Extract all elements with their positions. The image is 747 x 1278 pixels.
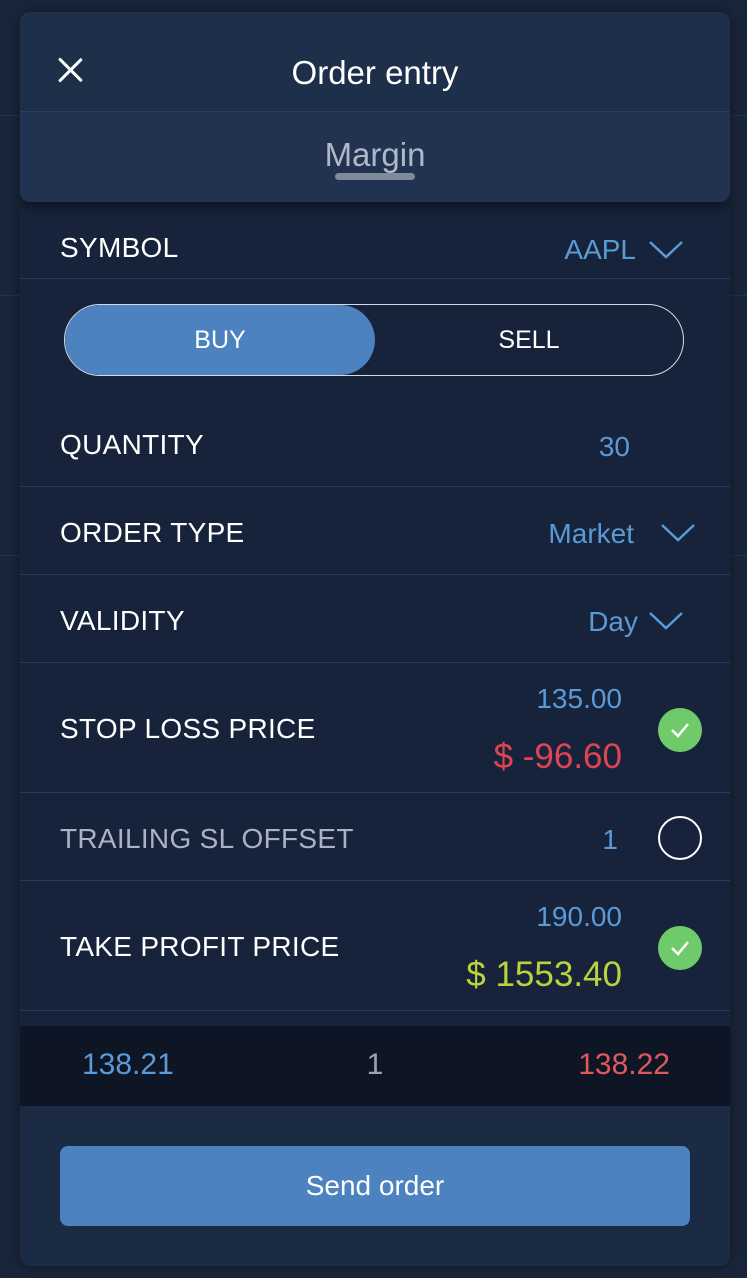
check-icon[interactable]: [658, 926, 702, 970]
trailing-sl-label: TRAILING SL OFFSET: [60, 823, 354, 854]
trailing-sl-value[interactable]: 1: [602, 824, 618, 856]
chevron-down-icon[interactable]: [648, 611, 684, 631]
quantity-row[interactable]: QUANTITY 30: [20, 397, 730, 487]
validity-row[interactable]: VALIDITY Day: [20, 575, 730, 663]
sell-button[interactable]: SELL: [375, 305, 683, 375]
chevron-down-icon[interactable]: [648, 240, 684, 260]
take-profit-label: TAKE PROFIT PRICE: [60, 931, 340, 962]
symbol-row[interactable]: SYMBOL AAPL: [20, 202, 730, 279]
quantity-label: QUANTITY: [60, 429, 204, 460]
dialog-footer: Send order: [20, 1106, 730, 1266]
stop-loss-price[interactable]: 135.00: [536, 683, 622, 715]
check-icon[interactable]: [658, 708, 702, 752]
ask-price: 138.22: [578, 1048, 670, 1081]
side-toggle[interactable]: BUY SELL: [64, 304, 684, 376]
stop-loss-label: STOP LOSS PRICE: [60, 713, 316, 744]
take-profit-pnl: $ 1553.40: [466, 955, 622, 994]
tab-indicator: [335, 173, 415, 180]
order-type-row[interactable]: ORDER TYPE Market: [20, 487, 730, 575]
quote-bar: 138.21 1 138.22: [20, 1026, 730, 1106]
dialog-header: Order entry Margin: [20, 12, 730, 202]
stop-loss-pnl: $ -96.60: [493, 737, 622, 776]
order-type-value[interactable]: Market: [548, 518, 634, 550]
buy-button[interactable]: BUY: [65, 305, 375, 375]
quantity-input[interactable]: 30: [599, 431, 630, 463]
validity-value[interactable]: Day: [588, 606, 638, 638]
unchecked-circle-icon[interactable]: [658, 816, 702, 860]
order-type-label: ORDER TYPE: [60, 517, 245, 548]
dialog-title: Order entry: [291, 54, 459, 91]
send-order-button[interactable]: Send order: [60, 1146, 690, 1226]
symbol-value[interactable]: AAPL: [564, 234, 636, 266]
symbol-label: SYMBOL: [60, 232, 179, 263]
trailing-sl-row[interactable]: TRAILING SL OFFSET 1: [20, 793, 730, 881]
tab-margin[interactable]: Margin: [20, 136, 730, 174]
order-entry-dialog: Order entry Margin SYMBOL AAPL BUY SELL …: [20, 12, 730, 1266]
header-bar: Order entry: [20, 12, 730, 112]
stop-loss-row[interactable]: STOP LOSS PRICE 135.00 $ -96.60: [20, 663, 730, 793]
take-profit-row[interactable]: TAKE PROFIT PRICE 190.00 $ 1553.40: [20, 881, 730, 1011]
take-profit-price[interactable]: 190.00: [536, 901, 622, 933]
validity-label: VALIDITY: [60, 605, 185, 636]
chevron-down-icon[interactable]: [660, 523, 696, 543]
